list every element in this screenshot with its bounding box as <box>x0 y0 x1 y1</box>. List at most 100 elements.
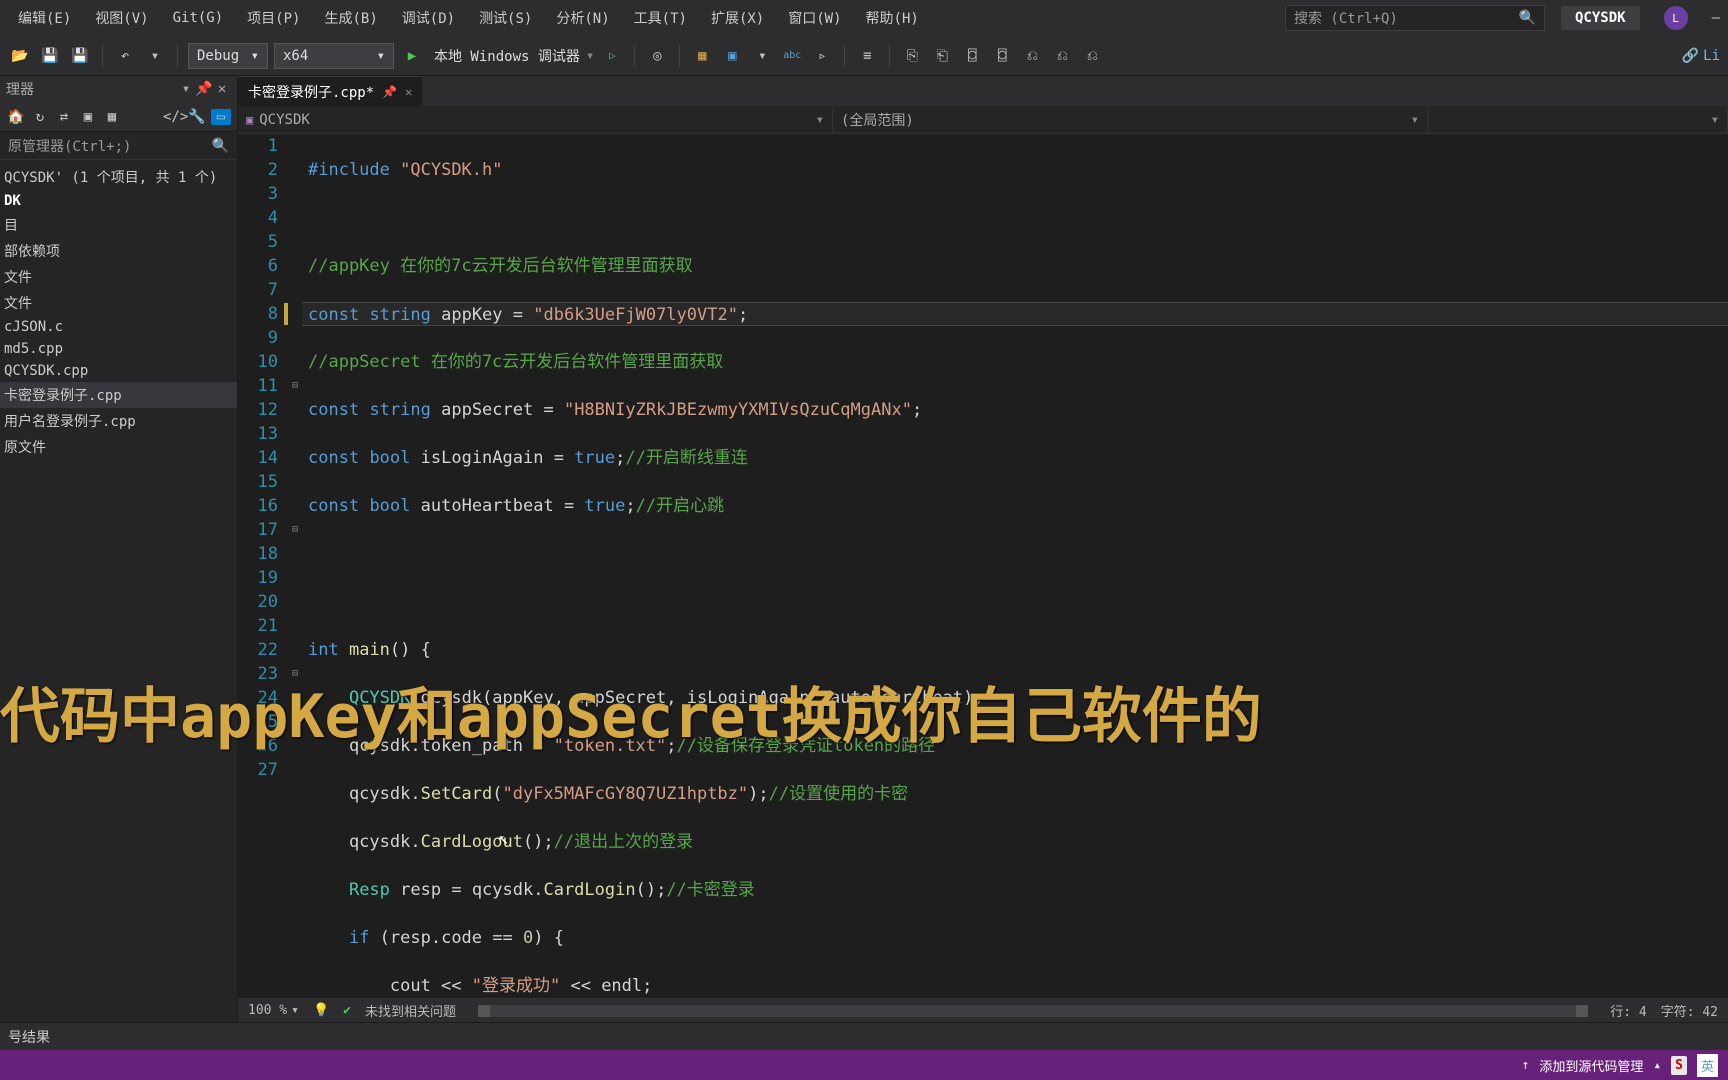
line-indicator[interactable]: 行: 4 <box>1610 1001 1646 1020</box>
issues-label[interactable]: 未找到相关问题 <box>365 1001 456 1020</box>
ime-badge[interactable]: S <box>1671 1056 1687 1075</box>
tb-icon-14[interactable]: ⎌ <box>1080 44 1104 68</box>
tree-node-user-login[interactable]: 用户名登录例子.cpp <box>0 408 237 434</box>
start-no-debug-icon[interactable]: ▷ <box>600 44 624 68</box>
solution-tree: QCYSDK' (1 个项目, 共 1 个) DK 目 部依赖项 文件 文件 c… <box>0 160 237 464</box>
tb-icon-11[interactable]: ⌼ <box>990 44 1014 68</box>
col-indicator[interactable]: 字符: 42 <box>1661 1001 1718 1020</box>
tb-icon-8[interactable]: ⎘ <box>900 44 924 68</box>
tb-icon-6[interactable]: ▹ <box>810 44 834 68</box>
debugger-label[interactable]: 本地 Windows 调试器 <box>434 46 580 66</box>
global-scope-dropdown[interactable]: (全局范围) ▾ <box>833 106 1428 133</box>
scope-bar: ▣ QCYSDK ▾ (全局范围) ▾ ▾ <box>238 106 1728 134</box>
menu-project[interactable]: 项目(P) <box>237 2 310 34</box>
zoom-level[interactable]: 100 %▾ <box>248 1003 299 1018</box>
tree-node-card-login[interactable]: 卡密登录例子.cpp <box>0 382 237 408</box>
sync-icon[interactable]: ⇄ <box>54 109 74 125</box>
fold-gutter: ⊟ ⊟ ⊟ <box>288 134 302 998</box>
tb-icon-10[interactable]: ⌼ <box>960 44 984 68</box>
tab-title: 卡密登录例子.cpp* <box>248 82 374 102</box>
search-input[interactable]: 搜索 (Ctrl+Q) 🔍 <box>1285 5 1545 31</box>
dropdown-icon[interactable]: ▾ <box>177 81 195 97</box>
save-all-icon[interactable]: 💾 <box>68 44 92 68</box>
arrow-up-icon: ↑ <box>1521 1058 1529 1073</box>
window-dash-icon[interactable]: — <box>1712 10 1720 26</box>
explorer-search[interactable]: 原管理器(Ctrl+;) 🔍 <box>0 132 237 160</box>
project-scope-dropdown[interactable]: ▣ QCYSDK ▾ <box>238 106 833 133</box>
tb-icon-1[interactable]: ◎ <box>645 44 669 68</box>
tb-icon-5[interactable]: abc <box>780 44 804 68</box>
tree-node[interactable]: 文件 <box>0 264 237 290</box>
h-scrollbar[interactable] <box>478 1005 1588 1017</box>
tree-node[interactable]: 部依赖项 <box>0 238 237 264</box>
panel-header: 理器 ▾ 📌 ✕ <box>0 76 237 102</box>
redo-icon[interactable]: ▾ <box>143 44 167 68</box>
tb-icon-3[interactable]: ▣ <box>720 44 744 68</box>
solution-node[interactable]: QCYSDK' (1 个项目, 共 1 个) <box>0 164 237 190</box>
tree-node[interactable]: DK <box>0 190 237 212</box>
properties-icon[interactable]: ▭ <box>211 109 231 125</box>
avatar[interactable]: L <box>1664 6 1688 30</box>
line-gutter: 1234 5678 9101112 13141516 17181920 2122… <box>238 134 288 998</box>
close-icon[interactable]: ✕ <box>213 81 231 97</box>
tb-icon-13[interactable]: ⎌ <box>1050 44 1074 68</box>
scroll-right-icon[interactable] <box>1576 1005 1588 1017</box>
menubar: 编辑(E) 视图(V) Git(G) 项目(P) 生成(B) 调试(D) 测试(… <box>0 0 1728 36</box>
tb-icon-12[interactable]: ⎌ <box>1020 44 1044 68</box>
code-editor[interactable]: 1234 5678 9101112 13141516 17181920 2122… <box>238 134 1728 998</box>
panel-toolbar: 🏠 ↻ ⇄ ▣ ▦ </> 🔧 ▭ <box>0 102 237 132</box>
pin-icon[interactable]: 📌 <box>382 85 397 99</box>
main-area: 理器 ▾ 📌 ✕ 🏠 ↻ ⇄ ▣ ▦ </> 🔧 ▭ 原管理器(Ctrl+;) … <box>0 76 1728 1022</box>
wrench-icon[interactable]: 🔧 <box>187 109 207 125</box>
scroll-left-icon[interactable] <box>478 1005 490 1017</box>
tree-node[interactable]: 文件 <box>0 290 237 316</box>
play-icon[interactable]: ▶ <box>400 44 424 68</box>
pin-icon[interactable]: 📌 <box>195 81 213 97</box>
menu-extensions[interactable]: 扩展(X) <box>701 2 774 34</box>
menu-debug[interactable]: 调试(D) <box>392 2 465 34</box>
member-scope-dropdown[interactable]: ▾ <box>1428 106 1728 133</box>
menu-analyze[interactable]: 分析(N) <box>546 2 619 34</box>
tb-icon-7[interactable]: ≡ <box>855 44 879 68</box>
menu-git[interactable]: Git(G) <box>163 4 234 32</box>
collapse-icon[interactable]: ▣ <box>78 109 98 125</box>
output-panel-tab[interactable]: 号结果 <box>0 1022 1728 1050</box>
tb-icon-4[interactable]: ▾ <box>750 44 774 68</box>
tb-icon-2[interactable]: ▦ <box>690 44 714 68</box>
undo-icon[interactable]: ↶ <box>113 44 137 68</box>
menu-tools[interactable]: 工具(T) <box>624 2 697 34</box>
tree-node-md5[interactable]: md5.cpp <box>0 338 237 360</box>
code-body[interactable]: #include "QCYSDK.h" //appKey 在你的7c云开发后台软… <box>302 134 1728 998</box>
panel-title: 理器 <box>6 79 177 99</box>
save-icon[interactable]: 💾 <box>38 44 62 68</box>
live-share-button[interactable]: 🔗 Li <box>1682 48 1720 64</box>
menu-window[interactable]: 窗口(W) <box>778 2 851 34</box>
menu-build[interactable]: 生成(B) <box>314 2 387 34</box>
home-icon[interactable]: 🏠 <box>6 109 26 125</box>
platform-dropdown[interactable]: x64▾ <box>274 43 394 69</box>
ok-icon: ✔ <box>343 1003 351 1018</box>
search-icon: 🔍 <box>212 138 229 154</box>
menu-help[interactable]: 帮助(H) <box>856 2 929 34</box>
tree-node-qcysdk[interactable]: QCYSDK.cpp <box>0 360 237 382</box>
ime-lang[interactable]: 英 <box>1697 1054 1718 1077</box>
source-control-label[interactable]: 添加到源代码管理 <box>1539 1056 1643 1075</box>
menu-view[interactable]: 视图(V) <box>85 2 158 34</box>
config-dropdown[interactable]: Debug▾ <box>188 43 268 69</box>
suggestions-icon[interactable]: 💡 <box>313 1003 329 1018</box>
search-placeholder: 搜索 (Ctrl+Q) <box>1294 8 1398 28</box>
tb-icon-9[interactable]: ⎗ <box>930 44 954 68</box>
search-icon: 🔍 <box>1519 10 1536 26</box>
refresh-icon[interactable]: ↻ <box>30 109 50 125</box>
code-icon[interactable]: </> <box>163 109 183 125</box>
editor-area: 卡密登录例子.cpp* 📌 ✕ ▣ QCYSDK ▾ (全局范围) ▾ ▾ 12… <box>238 76 1728 1022</box>
tab-card-login[interactable]: 卡密登录例子.cpp* 📌 ✕ <box>238 76 422 106</box>
tree-node-cjson[interactable]: cJSON.c <box>0 316 237 338</box>
tree-node[interactable]: 目 <box>0 212 237 238</box>
tree-node[interactable]: 原文件 <box>0 434 237 460</box>
show-all-icon[interactable]: ▦ <box>102 109 122 125</box>
menu-edit[interactable]: 编辑(E) <box>8 2 81 34</box>
open-icon[interactable]: 📂 <box>8 44 32 68</box>
close-icon[interactable]: ✕ <box>405 85 412 99</box>
menu-test[interactable]: 测试(S) <box>469 2 542 34</box>
